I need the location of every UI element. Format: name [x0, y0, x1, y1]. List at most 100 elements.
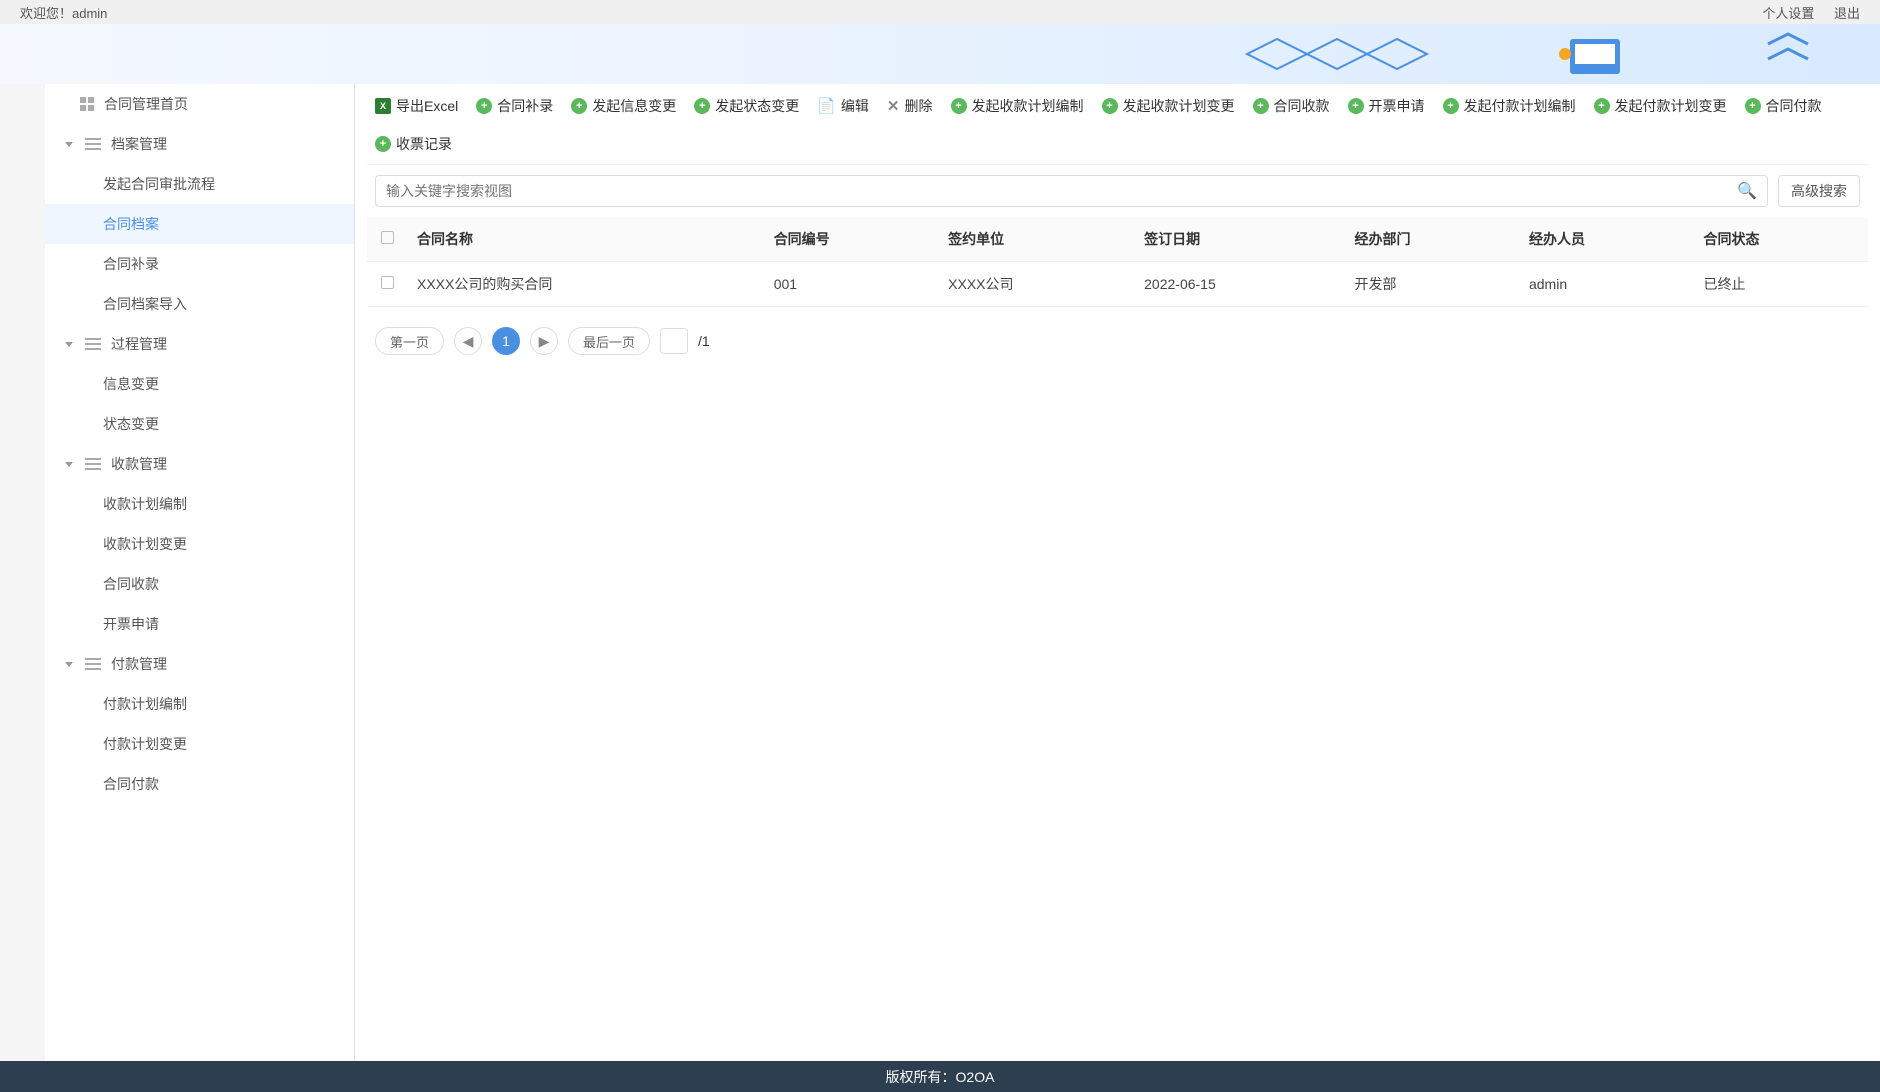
select-all-checkbox[interactable] [381, 231, 394, 244]
col-unit: 签约单位 [938, 217, 1134, 262]
sidebar-group-receive[interactable]: 收款管理 [45, 444, 354, 484]
sidebar-home-label: 合同管理首页 [104, 94, 188, 114]
top-header: 欢迎您！admin 个人设置 退出 [0, 0, 1880, 24]
last-page-button[interactable]: 最后一页 [568, 327, 650, 355]
group-label: 收款管理 [111, 454, 167, 474]
cell-person: admin [1519, 262, 1693, 307]
copyright: 版权所有：O2OA [886, 1067, 995, 1087]
col-code: 合同编号 [764, 217, 938, 262]
sidebar: 合同管理首页 档案管理 发起合同审批流程 合同档案 合同补录 合同档案导入 过程… [45, 84, 355, 1061]
logout-link[interactable]: 退出 [1834, 6, 1860, 21]
personal-settings-link[interactable]: 个人设置 [1762, 6, 1814, 21]
banner [0, 24, 1880, 84]
chevron-down-icon [65, 462, 73, 467]
supplement-button[interactable]: +合同补录 [476, 96, 553, 116]
sidebar-group-pay[interactable]: 付款管理 [45, 644, 354, 684]
info-change-button[interactable]: +发起信息变更 [571, 96, 676, 116]
plus-icon: + [1348, 98, 1364, 114]
cell-unit: XXXX公司 [938, 262, 1134, 307]
cell-status: 已终止 [1693, 262, 1868, 307]
chevron-down-icon [65, 142, 73, 147]
page-1-button[interactable]: 1 [492, 327, 520, 355]
page-total: /1 [698, 333, 710, 349]
table-header-row: 合同名称 合同编号 签约单位 签订日期 经办部门 经办人员 合同状态 [367, 217, 1868, 262]
menu-icon [85, 338, 101, 350]
plus-icon: + [951, 98, 967, 114]
cell-date: 2022-06-15 [1134, 262, 1344, 307]
next-page-button[interactable]: ▶ [530, 327, 558, 355]
recv-plan-change-button[interactable]: +发起收款计划变更 [1102, 96, 1235, 116]
grid-icon [80, 97, 94, 111]
sidebar-item-pay-plan[interactable]: 付款计划编制 [45, 684, 354, 724]
contract-recv-button[interactable]: +合同收款 [1253, 96, 1330, 116]
plus-icon: + [1745, 98, 1761, 114]
pay-plan-button[interactable]: +发起付款计划编制 [1443, 96, 1576, 116]
footer: 版权所有：O2OA [0, 1061, 1880, 1092]
sidebar-group-archives[interactable]: 档案管理 [45, 124, 354, 164]
welcome-text: 欢迎您！admin [20, 3, 107, 22]
delete-icon: ✕ [887, 97, 900, 115]
chevron-down-icon [65, 662, 73, 667]
plus-icon: + [1253, 98, 1269, 114]
menu-icon [85, 458, 101, 470]
sidebar-home[interactable]: 合同管理首页 [45, 84, 354, 124]
plus-icon: + [1102, 98, 1118, 114]
sidebar-item-pay-plan-change[interactable]: 付款计划变更 [45, 724, 354, 764]
menu-icon [85, 658, 101, 670]
search-input[interactable] [386, 183, 1737, 199]
plus-icon: + [1443, 98, 1459, 114]
sidebar-group-process[interactable]: 过程管理 [45, 324, 354, 364]
sidebar-item-archive[interactable]: 合同档案 [45, 204, 354, 244]
main-content: X导出Excel +合同补录 +发起信息变更 +发起状态变更 📄编辑 ✕删除 +… [355, 84, 1880, 1061]
toolbar: X导出Excel +合同补录 +发起信息变更 +发起状态变更 📄编辑 ✕删除 +… [367, 84, 1868, 165]
row-checkbox[interactable] [381, 276, 394, 289]
sidebar-item-status-change[interactable]: 状态变更 [45, 404, 354, 444]
ticket-record-button[interactable]: +收票记录 [375, 134, 452, 154]
sidebar-item-import[interactable]: 合同档案导入 [45, 284, 354, 324]
cell-name: XXXX公司的购买合同 [407, 262, 764, 307]
sidebar-item-contract-pay[interactable]: 合同付款 [45, 764, 354, 804]
recv-plan-button[interactable]: +发起收款计划编制 [951, 96, 1084, 116]
group-label: 过程管理 [111, 334, 167, 354]
group-label: 档案管理 [111, 134, 167, 154]
col-name: 合同名称 [407, 217, 764, 262]
sidebar-item-supplement[interactable]: 合同补录 [45, 244, 354, 284]
sidebar-item-info-change[interactable]: 信息变更 [45, 364, 354, 404]
plus-icon: + [571, 98, 587, 114]
group-label: 付款管理 [111, 654, 167, 674]
delete-button[interactable]: ✕删除 [887, 96, 933, 116]
export-excel-button[interactable]: X导出Excel [375, 96, 458, 116]
contract-pay-button[interactable]: +合同付款 [1745, 96, 1822, 116]
col-dept: 经办部门 [1345, 217, 1519, 262]
plus-icon: + [1594, 98, 1610, 114]
col-person: 经办人员 [1519, 217, 1693, 262]
menu-icon [85, 138, 101, 150]
data-table: 合同名称 合同编号 签约单位 签订日期 经办部门 经办人员 合同状态 XXXX公… [367, 217, 1868, 307]
pay-plan-change-button[interactable]: +发起付款计划变更 [1594, 96, 1727, 116]
search-row: 🔍 高级搜索 [367, 165, 1868, 217]
page-input[interactable] [660, 328, 688, 354]
excel-icon: X [375, 98, 391, 114]
sidebar-item-recv-plan[interactable]: 收款计划编制 [45, 484, 354, 524]
sidebar-item-contract-recv[interactable]: 合同收款 [45, 564, 354, 604]
advanced-search-button[interactable]: 高级搜索 [1778, 175, 1860, 207]
col-date: 签订日期 [1134, 217, 1344, 262]
edit-button[interactable]: 📄编辑 [817, 96, 869, 116]
edit-icon: 📄 [817, 97, 836, 115]
chevron-down-icon [65, 342, 73, 347]
cell-dept: 开发部 [1345, 262, 1519, 307]
table-row[interactable]: XXXX公司的购买合同 001 XXXX公司 2022-06-15 开发部 ad… [367, 262, 1868, 307]
invoice-apply-button[interactable]: +开票申请 [1348, 96, 1425, 116]
first-page-button[interactable]: 第一页 [375, 327, 444, 355]
sidebar-item-recv-plan-change[interactable]: 收款计划变更 [45, 524, 354, 564]
sidebar-item-approval[interactable]: 发起合同审批流程 [45, 164, 354, 204]
pagination: 第一页 ◀ 1 ▶ 最后一页 /1 [367, 307, 1868, 375]
search-icon[interactable]: 🔍 [1737, 181, 1757, 201]
sidebar-item-invoice[interactable]: 开票申请 [45, 604, 354, 644]
plus-icon: + [476, 98, 492, 114]
status-change-button[interactable]: +发起状态变更 [694, 96, 799, 116]
plus-icon: + [694, 98, 710, 114]
cell-code: 001 [764, 262, 938, 307]
prev-page-button[interactable]: ◀ [454, 327, 482, 355]
col-status: 合同状态 [1693, 217, 1868, 262]
